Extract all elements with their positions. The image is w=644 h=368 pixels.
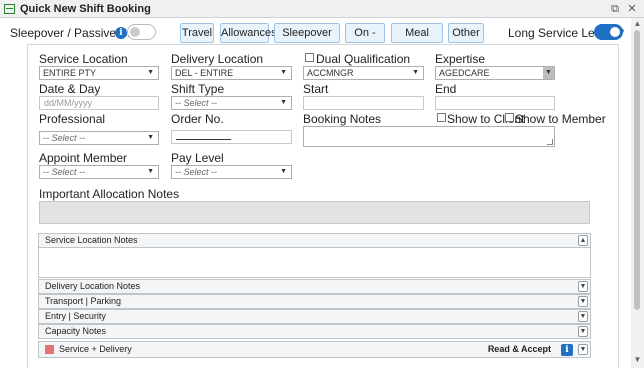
on-call-button[interactable]: On - Call bbox=[345, 23, 385, 57]
sleepover-toggle[interactable] bbox=[127, 24, 156, 40]
resize-grip-icon[interactable] bbox=[547, 139, 553, 145]
delivery-location-select[interactable]: DEL - ENTIRE ▼ bbox=[171, 66, 292, 80]
shift-type-value: -- Select -- bbox=[175, 98, 218, 108]
calendar-icon bbox=[4, 3, 15, 14]
service-delivery-marker bbox=[45, 345, 54, 354]
dropdown-caret-icon: ▼ bbox=[147, 168, 154, 175]
transport-parking-header[interactable]: Transport | Parking ▼ bbox=[38, 294, 591, 309]
important-notes-label: Important Allocation Notes bbox=[39, 187, 180, 201]
long-service-leave-toggle[interactable] bbox=[594, 24, 623, 40]
important-notes-box bbox=[39, 201, 590, 224]
delivery-location-value: DEL - ENTIRE bbox=[175, 68, 234, 78]
professional-select[interactable]: -- Select -- ▼ bbox=[39, 131, 159, 145]
travel-button[interactable]: Travel bbox=[180, 23, 214, 43]
start-label: Start bbox=[303, 82, 329, 96]
service-location-value: ENTIRE PTY bbox=[43, 68, 97, 78]
dropdown-caret-icon: ▼ bbox=[280, 99, 287, 106]
window-title: Quick New Shift Booking bbox=[20, 2, 151, 15]
expertise-select[interactable]: AGEDCARE ▼ bbox=[435, 66, 555, 80]
entry-security-header[interactable]: Entry | Security ▼ bbox=[38, 309, 591, 324]
service-location-notes-body bbox=[38, 248, 591, 278]
date-input[interactable]: dd/MM/yyyy bbox=[39, 96, 159, 110]
window-titlebar: Quick New Shift Booking ⧉ ✕ bbox=[0, 0, 644, 18]
info-icon[interactable]: i bbox=[561, 344, 573, 356]
chevron-down-icon[interactable]: ▼ bbox=[578, 296, 588, 307]
info-icon[interactable]: i bbox=[115, 27, 127, 39]
chevron-up-icon[interactable]: ▲ bbox=[578, 235, 588, 246]
delivery-location-label: Delivery Location bbox=[171, 52, 264, 66]
chevron-down-icon[interactable]: ▼ bbox=[578, 344, 588, 355]
pay-level-value: -- Select -- bbox=[175, 167, 218, 177]
dropdown-caret-icon: ▼ bbox=[280, 69, 287, 76]
expertise-label: Expertise bbox=[435, 52, 486, 66]
meal-breaks-button[interactable]: Meal Breaks bbox=[391, 23, 443, 57]
appoint-member-select[interactable]: -- Select -- ▼ bbox=[39, 165, 159, 179]
section-title: Transport | Parking bbox=[45, 296, 122, 306]
sleepover-hours-button[interactable]: Sleepover Hours bbox=[274, 23, 340, 57]
end-label: End bbox=[435, 82, 457, 96]
service-location-select[interactable]: ENTIRE PTY ▼ bbox=[39, 66, 159, 80]
expertise-value: AGEDCARE bbox=[439, 68, 490, 78]
section-title: Delivery Location Notes bbox=[45, 281, 141, 291]
section-title: Service Location Notes bbox=[45, 235, 138, 245]
chevron-down-icon[interactable]: ▼ bbox=[578, 311, 588, 322]
end-time-input[interactable] bbox=[435, 96, 555, 110]
dropdown-caret-icon: ▼ bbox=[280, 168, 287, 175]
allowances-button[interactable]: Allowances bbox=[220, 23, 277, 43]
chevron-down-icon[interactable]: ▼ bbox=[578, 281, 588, 292]
show-to-member-checkbox[interactable] bbox=[505, 113, 514, 122]
appoint-member-label: Appoint Member bbox=[39, 151, 128, 165]
dropdown-caret-icon: ▼ bbox=[147, 69, 154, 76]
appoint-member-value: -- Select -- bbox=[43, 167, 86, 177]
booking-notes-label: Booking Notes bbox=[303, 112, 382, 126]
close-icon[interactable]: ✕ bbox=[625, 2, 639, 16]
booking-notes-textarea[interactable] bbox=[303, 126, 555, 147]
restore-icon[interactable]: ⧉ bbox=[608, 2, 622, 16]
section-title: Service + Delivery bbox=[59, 344, 132, 354]
shift-type-label: Shift Type bbox=[171, 82, 225, 96]
section-title: Entry | Security bbox=[45, 311, 106, 321]
dropdown-caret-icon: ▼ bbox=[543, 67, 554, 79]
pay-level-select[interactable]: -- Select -- ▼ bbox=[171, 165, 292, 179]
scroll-thumb[interactable] bbox=[634, 30, 640, 310]
scroll-up-icon[interactable]: ▲ bbox=[633, 20, 642, 28]
start-time-input[interactable] bbox=[303, 96, 424, 110]
shift-type-select[interactable]: -- Select -- ▼ bbox=[171, 96, 292, 110]
section-title: Capacity Notes bbox=[45, 326, 107, 336]
order-no-label: Order No. bbox=[171, 112, 224, 126]
order-no-input[interactable] bbox=[171, 130, 292, 144]
service-delivery-header[interactable]: Service + Delivery Read & Accept i ▼ bbox=[38, 341, 591, 358]
vertical-scrollbar[interactable]: ▲ ▼ bbox=[631, 18, 644, 368]
toggle-knob bbox=[130, 27, 140, 37]
professional-label: Professional bbox=[39, 112, 106, 126]
show-to-client-checkbox[interactable] bbox=[437, 113, 446, 122]
toggle-knob bbox=[610, 27, 620, 37]
order-no-underline bbox=[176, 139, 231, 140]
dual-qualification-value: ACCMNGR bbox=[307, 68, 354, 78]
read-accept-label: Read & Accept bbox=[487, 344, 551, 354]
dual-qualification-label: Dual Qualification bbox=[316, 52, 411, 66]
other-button[interactable]: Other bbox=[448, 23, 484, 43]
delivery-location-notes-header[interactable]: Delivery Location Notes ▼ bbox=[38, 279, 591, 294]
service-location-label: Service Location bbox=[39, 52, 128, 66]
pay-level-label: Pay Level bbox=[171, 151, 224, 165]
dual-qualification-select[interactable]: ACCMNGR ▼ bbox=[303, 66, 424, 80]
dropdown-caret-icon: ▼ bbox=[412, 69, 419, 76]
capacity-notes-header[interactable]: Capacity Notes ▼ bbox=[38, 324, 591, 339]
show-to-member-label: Show to Member bbox=[515, 112, 606, 126]
service-location-notes-header[interactable]: Service Location Notes ▲ bbox=[38, 233, 591, 248]
date-day-label: Date & Day bbox=[39, 82, 101, 96]
scroll-down-icon[interactable]: ▼ bbox=[633, 356, 642, 364]
dual-qualification-checkbox[interactable] bbox=[305, 53, 314, 62]
professional-value: -- Select -- bbox=[43, 133, 86, 143]
chevron-down-icon[interactable]: ▼ bbox=[578, 326, 588, 337]
dropdown-caret-icon: ▼ bbox=[147, 134, 154, 141]
